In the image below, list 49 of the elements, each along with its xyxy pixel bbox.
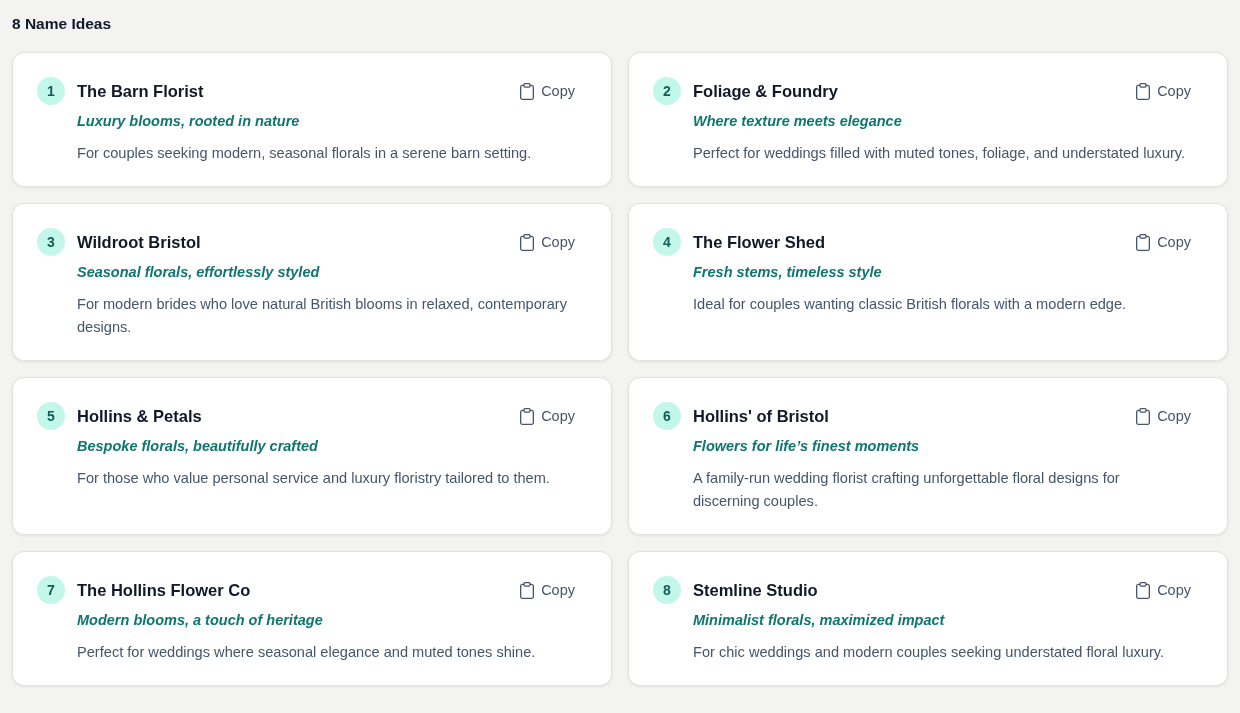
clipboard-icon — [1136, 407, 1151, 425]
tagline-text: Fresh stems, timeless style — [693, 263, 883, 282]
copy-button[interactable]: Copy — [508, 78, 587, 104]
description-text: Perfect for weddings where seasonal elegance and muted tones shine. — [77, 643, 537, 662]
tagline-text: Seasonal florals, effortlessly styled — [77, 263, 321, 282]
name-title: The Flower Shed — [693, 232, 826, 253]
tagline-text: Flowers for life’s finest moments — [693, 437, 921, 456]
tagline-text: Bespoke florals, beautifully crafted — [77, 437, 319, 456]
clipboard-icon — [1136, 581, 1151, 599]
name-title: The Hollins Flower Co — [77, 580, 251, 601]
section-heading: 8 Name Ideas — [12, 14, 113, 34]
number-badge: 2 — [653, 77, 681, 105]
copy-button[interactable]: Copy — [1124, 229, 1203, 255]
clipboard-icon — [520, 407, 535, 425]
name-title: The Barn Florist — [77, 81, 204, 102]
number-badge: 3 — [37, 228, 65, 256]
clipboard-icon — [1136, 233, 1151, 251]
tagline-text: Minimalist florals, maximized impact — [693, 611, 946, 630]
copy-button[interactable]: Copy — [508, 229, 587, 255]
copy-button[interactable]: Copy — [508, 577, 587, 603]
number-badge: 5 — [37, 402, 65, 430]
clipboard-icon — [520, 581, 535, 599]
name-title: Foliage & Foundry — [693, 81, 838, 102]
number-badge: 1 — [37, 77, 65, 105]
clipboard-icon — [1136, 82, 1151, 100]
tagline-text: Luxury blooms, rooted in nature — [77, 112, 301, 131]
clipboard-icon — [520, 233, 535, 251]
number-badge: 6 — [653, 402, 681, 430]
number-badge: 8 — [653, 576, 681, 604]
description-text: For couples seeking modern, seasonal florals in a serene barn setting. — [77, 144, 533, 163]
name-title: Hollins & Petals — [77, 406, 202, 427]
description-text: For chic weddings and modern couples seeking understated floral luxury. — [693, 643, 1166, 662]
copy-button[interactable]: Copy — [1124, 78, 1203, 104]
name-title: Hollins' of Bristol — [693, 406, 829, 427]
description-text: For those who value personal service and luxury floristry tailored to them. — [77, 469, 551, 488]
name-title: Wildroot Bristol — [77, 232, 201, 253]
number-badge: 4 — [653, 228, 681, 256]
copy-button[interactable]: Copy — [508, 403, 587, 429]
name-title: Stemline Studio — [693, 580, 818, 601]
clipboard-icon — [520, 82, 535, 100]
copy-button[interactable]: Copy — [1124, 403, 1203, 429]
number-badge: 7 — [37, 576, 65, 604]
description-text: A family-run wedding florist crafting unforgettable floral designs for discerning couples. — [693, 469, 1121, 511]
tagline-text: Modern blooms, a touch of heritage — [77, 611, 324, 630]
description-text: For modern brides who love natural British blooms in relaxed, contemporary designs. — [77, 295, 568, 337]
description-text: Perfect for weddings filled with muted tones, foliage, and understated luxury. — [693, 144, 1187, 163]
tagline-text: Where texture meets elegance — [693, 112, 903, 131]
copy-button[interactable]: Copy — [1124, 577, 1203, 603]
description-text: Ideal for couples wanting classic British florals with a modern edge. — [693, 295, 1128, 314]
